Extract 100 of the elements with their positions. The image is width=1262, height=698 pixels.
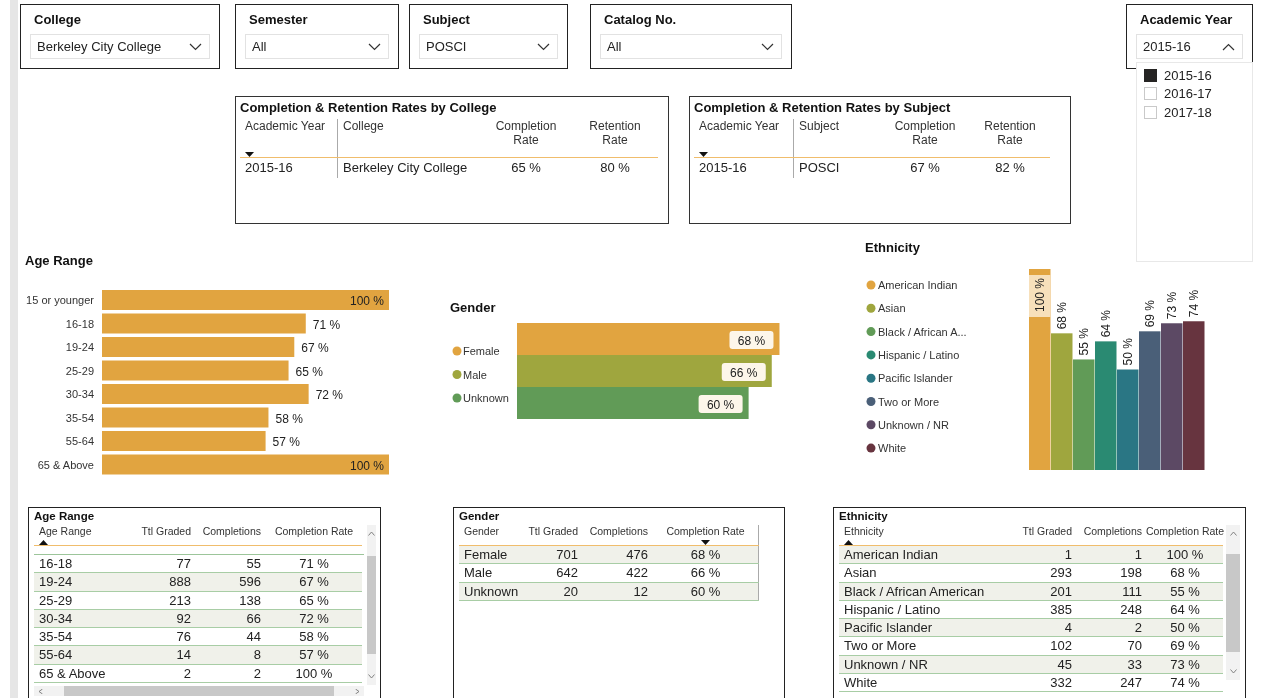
data-label: 50 % <box>1121 338 1135 366</box>
table-cell-text: 888 <box>168 573 192 591</box>
scroll-left-icon[interactable] <box>38 688 45 694</box>
column-header[interactable]: Ttl Graded <box>1015 525 1077 545</box>
dropdown-field[interactable]: 2015-16 <box>1136 34 1243 59</box>
column-header[interactable]: Ttl Graded <box>521 525 583 545</box>
table-cell-text: 72 % <box>298 609 330 628</box>
horizontal-scrollbar[interactable] <box>34 686 364 697</box>
legend-label: Pacific Islander <box>878 372 953 385</box>
legend-label: White <box>878 442 907 455</box>
table-title: Age Range <box>34 510 96 522</box>
table-cell-text: 35-54 <box>38 628 74 646</box>
scroll-right-icon[interactable] <box>353 688 360 694</box>
data-label: 100 % <box>1029 275 1051 317</box>
category-label: 16-18 <box>65 317 94 330</box>
list-item[interactable]: 2016-17 <box>1144 84 1212 103</box>
scroll-down-icon[interactable] <box>1229 669 1237 674</box>
legend-label: Black / African A... <box>878 325 967 338</box>
legend-label: Unknown <box>463 392 509 404</box>
list-item[interactable]: 2017-18 <box>1144 103 1212 122</box>
column-header[interactable]: Academic Year <box>240 119 338 157</box>
table-cell-text: 92 <box>175 609 192 628</box>
table-cell-text: Pacific Islander <box>843 619 934 637</box>
legend-label: Two or More <box>878 395 940 408</box>
table-cell-text: 65 % <box>298 591 330 609</box>
table-cell-text: 1 <box>1063 546 1073 564</box>
column-header[interactable]: Academic Year <box>694 119 794 157</box>
table-cell-text: 14 <box>175 646 192 664</box>
slicer-title: Academic Year <box>1140 12 1234 27</box>
column-header[interactable]: Completion Rate <box>266 525 362 545</box>
table-cell-text: 385 <box>1049 600 1073 619</box>
table-cell-text: 2 <box>252 664 262 683</box>
column-header[interactable]: Ethnicity <box>839 525 1015 545</box>
legend-label: Hispanic / Latino <box>878 348 960 361</box>
table-title: Gender <box>459 510 501 522</box>
table-cell-text: 213 <box>168 591 192 609</box>
dropdown-field[interactable]: All <box>600 34 782 59</box>
chevron-down-icon <box>761 42 774 51</box>
column-header[interactable]: Subject <box>794 119 880 157</box>
slicer-title: Catalog No. <box>604 12 678 27</box>
checkbox[interactable] <box>1144 87 1157 101</box>
column-header[interactable]: Gender <box>459 525 521 545</box>
column-header[interactable]: Age Range <box>34 525 134 545</box>
legend-label: Unknown / NR <box>878 418 949 431</box>
data-label: 100 % <box>349 458 384 473</box>
column-header[interactable]: Completion Rate <box>880 119 970 157</box>
column-header[interactable]: College <box>338 119 480 157</box>
scroll-up-icon[interactable] <box>1229 531 1237 536</box>
table-cell-text: POSCI <box>798 159 841 177</box>
scroll-up-icon[interactable] <box>368 531 375 536</box>
table-cell-text: 701 <box>555 546 579 564</box>
category-label: 35-54 <box>65 411 94 424</box>
column-header[interactable]: Completions <box>583 525 653 545</box>
table-cell-text: 111 <box>1121 582 1143 600</box>
column-header[interactable]: Completion Rate <box>480 119 572 157</box>
column-header[interactable]: Retention Rate <box>572 119 658 157</box>
checkbox[interactable] <box>1144 105 1157 119</box>
data-label: 100 % <box>349 294 384 308</box>
table-cell-text: 64 % <box>1169 600 1201 619</box>
column-header[interactable]: Completion Rate <box>1147 525 1223 545</box>
data-label: 60 % <box>698 395 743 413</box>
chevron-down-icon <box>189 42 202 51</box>
vertical-scrollbar[interactable] <box>1226 525 1240 680</box>
table-cell-text: Asian <box>843 564 878 582</box>
table-cell-text: 332 <box>1049 674 1073 692</box>
list-item[interactable]: 2015-16 <box>1144 66 1212 85</box>
table-cell-text: 201 <box>1049 582 1073 600</box>
table-cell-text: 55-64 <box>38 646 74 664</box>
table-cell-text: 1 <box>1133 546 1143 564</box>
data-label: 64 % <box>1099 310 1113 338</box>
checkbox[interactable] <box>1144 68 1157 82</box>
table-cell-text: Female <box>463 546 509 564</box>
column-header[interactable]: Ttl Graded <box>134 525 196 545</box>
table-cell-text: 55 % <box>1169 582 1201 600</box>
table-cell-text: 57 % <box>298 646 330 664</box>
table-cell-text: 55 <box>245 555 262 573</box>
vertical-scrollbar[interactable] <box>367 525 376 685</box>
dropdown-field[interactable]: POSCI <box>419 34 558 59</box>
chevron-down-icon <box>368 42 381 51</box>
column-header[interactable]: Completion Rate <box>653 525 759 545</box>
chevron-down-icon <box>537 42 550 51</box>
column-header[interactable]: Completions <box>1077 525 1147 545</box>
table-cell-text: 30-34 <box>38 609 74 628</box>
column-header[interactable]: Retention Rate <box>970 119 1050 157</box>
table-cell-text: 247 <box>1119 674 1143 692</box>
table-cell-text: 100 % <box>294 664 334 683</box>
table-cell-text: 67 % <box>298 573 330 591</box>
scroll-down-icon[interactable] <box>368 674 375 679</box>
dropdown-field[interactable]: Berkeley City College <box>30 34 210 59</box>
chart-title: Age Range <box>25 253 93 268</box>
table-cell-text: 74 % <box>1169 674 1201 692</box>
table-cell-text: Male <box>463 564 494 582</box>
data-label: 57 % <box>272 435 300 449</box>
table-cell-text: 596 <box>238 573 262 591</box>
table-cell-text: 12 <box>632 582 649 600</box>
column-header[interactable]: Completions <box>196 525 266 545</box>
table-cell-text: 293 <box>1049 564 1073 582</box>
slicer-title: Subject <box>423 12 471 27</box>
dropdown-field[interactable]: All <box>245 34 389 59</box>
category-label: 65 & Above <box>37 458 94 471</box>
